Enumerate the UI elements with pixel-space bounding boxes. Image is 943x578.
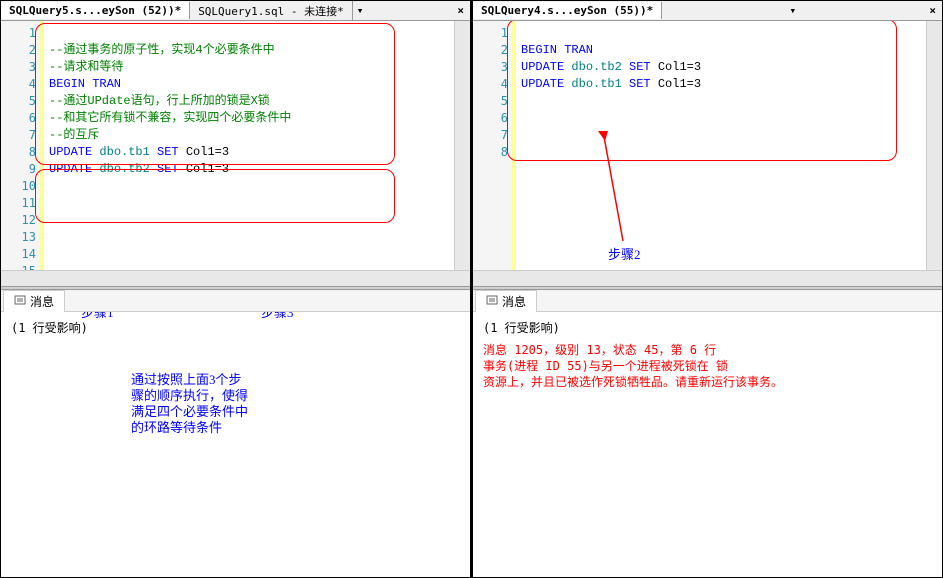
message-icon [486, 295, 498, 307]
line-gutter: 1 2 3 4 5 6 7 8 [473, 21, 513, 270]
message-icon [14, 295, 26, 307]
tab-sqlquery5[interactable]: SQLQuery5.s...eySon (52))* [1, 2, 190, 19]
right-message-body[interactable]: (1 行受影响) 消息 1205，级别 13，状态 45，第 6 行 事务(进程… [473, 312, 942, 577]
rows-affected-text: (1 行受影响) [483, 320, 932, 336]
line-gutter: 1 2 3 4 5 6 7 8 9 10 11 12 13 14 15 [1, 21, 41, 270]
message-tab-label: 消息 [30, 293, 54, 310]
error-line-3: 资源上，并且已被选作死锁牺牲品。请重新运行该事务。 [483, 374, 932, 390]
tab-sqlquery4[interactable]: SQLQuery4.s...eySon (55))* [473, 2, 662, 19]
close-icon[interactable]: × [923, 4, 942, 17]
message-tab-label: 消息 [502, 293, 526, 310]
close-icon[interactable]: × [451, 4, 470, 17]
message-tab-bar: 消息 [473, 290, 942, 312]
vertical-scrollbar[interactable] [454, 21, 470, 270]
error-line-1: 消息 1205，级别 13，状态 45，第 6 行 [483, 342, 932, 358]
vertical-scrollbar[interactable] [926, 21, 942, 270]
left-pane: SQLQuery5.s...eySon (52))* SQLQuery1.sql… [0, 0, 472, 578]
left-tab-bar: SQLQuery5.s...eySon (52))* SQLQuery1.sql… [1, 1, 470, 21]
right-tab-bar: SQLQuery4.s...eySon (55))* ▾ × [473, 1, 942, 21]
dropdown-icon[interactable]: ▾ [353, 4, 368, 17]
right-editor[interactable]: 1 2 3 4 5 6 7 8 BEGIN TRANUPDATE dbo.tb2… [473, 21, 942, 270]
dropdown-icon[interactable]: ▾ [785, 4, 800, 17]
message-tab[interactable]: 消息 [475, 290, 537, 312]
error-line-2: 事务(进程 ID 55)与另一个进程被死锁在 锁 [483, 358, 932, 374]
arrow-step2 [573, 131, 633, 251]
rows-affected-text: (1 行受影响) [11, 320, 460, 336]
left-editor[interactable]: 1 2 3 4 5 6 7 8 9 10 11 12 13 14 15 --通过… [1, 21, 470, 270]
tab-sqlquery1[interactable]: SQLQuery1.sql - 未连接* [190, 1, 353, 21]
left-message-body[interactable]: (1 行受影响) 步骤1 步骤3 通过按照上面3个步 骤的顺序执行，使得 满足四… [1, 312, 470, 577]
horizontal-scrollbar[interactable] [1, 270, 470, 286]
left-code[interactable]: --通过事务的原子性，实现4个必要条件中--请求和等待BEGIN TRAN--通… [41, 21, 454, 270]
right-pane: SQLQuery4.s...eySon (55))* ▾ × 1 2 3 4 5… [472, 0, 943, 578]
message-tab-bar: 消息 [1, 290, 470, 312]
message-tab[interactable]: 消息 [3, 290, 65, 312]
annotation-step2: 步骤2 [608, 246, 641, 263]
horizontal-scrollbar[interactable] [473, 270, 942, 286]
annotation-explain: 通过按照上面3个步 骤的顺序执行，使得 满足四个必要条件中 的环路等待条件 [131, 372, 248, 436]
right-code[interactable]: BEGIN TRANUPDATE dbo.tb2 SET Col1=3UPDAT… [513, 21, 926, 270]
